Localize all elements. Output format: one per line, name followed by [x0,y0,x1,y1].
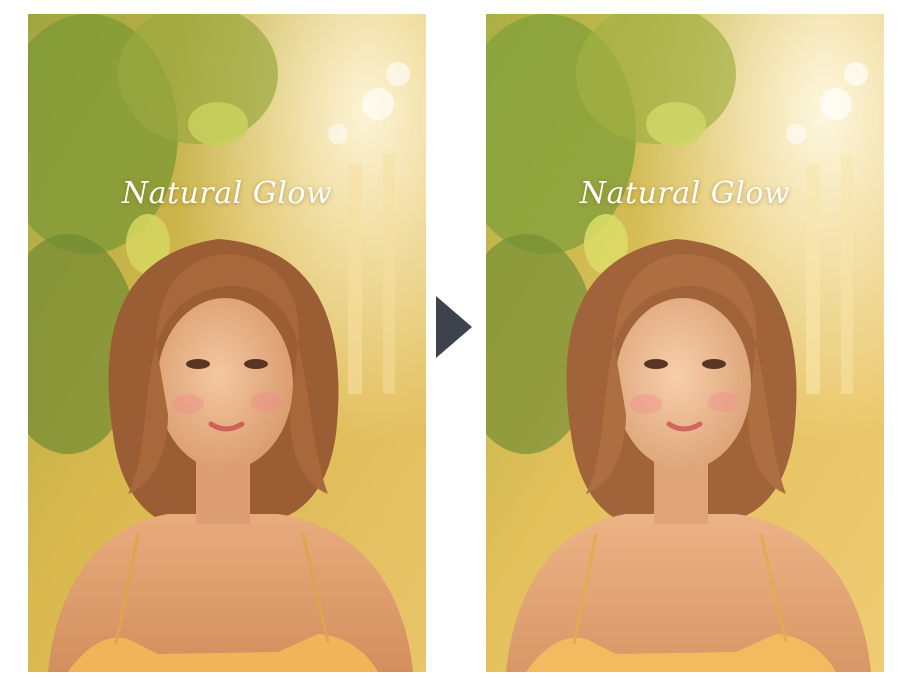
after-photo [486,14,884,672]
photo-caption: Natural Glow [579,176,791,211]
before-photo-panel: Natural Glow [28,14,426,672]
before-photo [28,14,426,672]
photo-caption: Natural Glow [121,176,333,211]
chevron-right-icon [432,290,476,364]
after-photo-panel: Natural Glow [486,14,884,672]
